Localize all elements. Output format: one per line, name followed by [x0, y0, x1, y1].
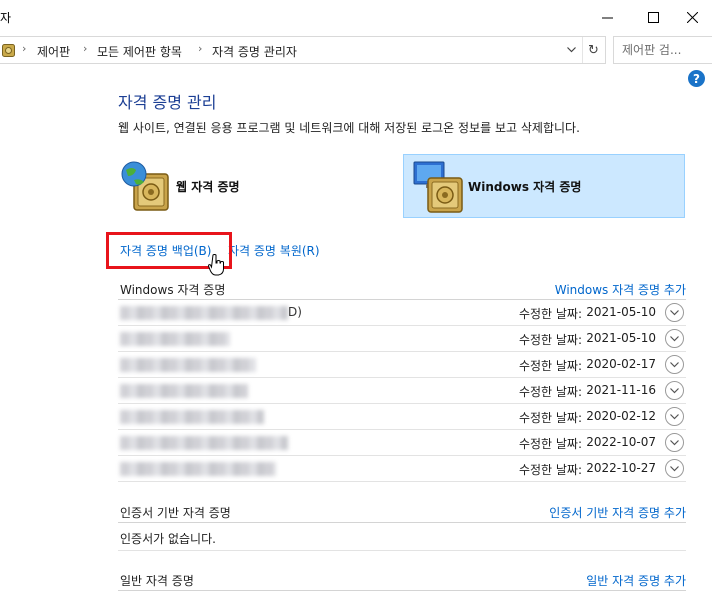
modified-date-label: 수정한 날짜: [518, 333, 582, 347]
expand-button[interactable] [665, 355, 684, 374]
close-icon [686, 11, 698, 23]
web-credentials-label: 웹 자격 증명 [176, 179, 240, 194]
credential-row[interactable]: 수정한 날짜: 2022-10-27 [118, 456, 686, 482]
modified-date: 2020-02-17 [586, 357, 656, 371]
credential-row[interactable]: 수정한 날짜: 2021-11-16 [118, 378, 686, 404]
section-divider [118, 590, 686, 591]
windows-credentials-tile[interactable]: Windows 자격 증명 [403, 154, 685, 218]
modified-date-label: 수정한 날짜: [518, 411, 582, 425]
web-credentials-tile[interactable]: 웹 자격 증명 [118, 154, 398, 218]
help-icon[interactable]: ? [688, 70, 705, 87]
chevron-down-icon [670, 387, 679, 393]
chevron-down-icon [566, 47, 576, 53]
certificate-credentials-section-title: 인증서 기반 자격 증명 [120, 506, 231, 520]
modified-date: 2021-05-10 [586, 305, 656, 319]
modified-date-label: 수정한 날짜: [518, 437, 582, 451]
credential-row[interactable]: 수정한 날짜: 2022-10-07 [118, 430, 686, 456]
maximize-button[interactable] [630, 0, 676, 34]
search-box[interactable] [613, 36, 712, 64]
close-button[interactable] [672, 0, 712, 34]
chevron-down-icon [670, 309, 679, 315]
window-title: 자 [0, 11, 12, 25]
modified-date-label: 수정한 날짜: [518, 307, 582, 321]
expand-button[interactable] [665, 459, 684, 478]
section-divider [118, 550, 686, 551]
expand-button[interactable] [665, 303, 684, 322]
minimize-button[interactable] [584, 0, 630, 34]
generic-credentials-section-title: 일반 자격 증명 [120, 574, 194, 588]
no-certificates-text: 인증서가 없습니다. [120, 532, 216, 546]
credential-name-blurred [120, 410, 264, 424]
restore-credentials-link[interactable]: 자격 증명 복원(R) [228, 242, 320, 259]
refresh-icon: ↻ [588, 42, 599, 58]
add-generic-credential-link[interactable]: 일반 자격 증명 추가 [586, 572, 686, 589]
expand-button[interactable] [665, 407, 684, 426]
address-dropdown-button[interactable] [560, 37, 582, 63]
modified-date: 2022-10-07 [586, 435, 656, 449]
modified-date: 2022-10-27 [586, 461, 656, 475]
page-title: 자격 증명 관리 [118, 93, 217, 112]
expand-button[interactable] [665, 329, 684, 348]
control-panel-icon [2, 44, 15, 57]
windows-credentials-label: Windows 자격 증명 [468, 179, 582, 194]
credential-name-blurred [120, 358, 256, 372]
credential-name-blurred [120, 462, 276, 476]
credential-row[interactable]: 수정한 날짜: 2021-05-10 [118, 326, 686, 352]
breadcrumb-all-items[interactable]: 모든 제어판 항목 [97, 43, 182, 60]
modified-date-label: 수정한 날짜: [518, 359, 582, 373]
add-certificate-credential-link[interactable]: 인증서 기반 자격 증명 추가 [549, 504, 686, 521]
breadcrumb-control-panel[interactable]: 제어판 [37, 43, 70, 60]
credential-name-blurred [120, 306, 288, 320]
minimize-icon [601, 17, 613, 18]
credential-name-blurred [120, 332, 230, 346]
section-divider [118, 522, 686, 523]
address-bar[interactable]: › 제어판 › 모든 제어판 항목 › 자격 증명 관리자 ↻ [0, 36, 606, 64]
credential-row[interactable]: 수정한 날짜: 2020-02-17 [118, 352, 686, 378]
breadcrumb-separator: › [83, 42, 88, 55]
breadcrumb-separator: › [198, 42, 203, 55]
windows-credentials-section-title: Windows 자격 증명 [120, 283, 226, 297]
chevron-down-icon [670, 361, 679, 367]
chevron-down-icon [670, 439, 679, 445]
modified-date-label: 수정한 날짜: [518, 385, 582, 399]
title-bar: 자 [0, 0, 712, 34]
hand-cursor-icon [208, 254, 224, 276]
expand-button[interactable] [665, 433, 684, 452]
modified-date: 2021-05-10 [586, 331, 656, 345]
chevron-down-icon [670, 413, 679, 419]
refresh-button[interactable]: ↻ [582, 37, 604, 63]
expand-button[interactable] [665, 381, 684, 400]
chevron-down-icon [670, 335, 679, 341]
page-description: 웹 사이트, 연결된 응용 프로그램 및 네트워크에 대해 저장된 로그온 정보… [118, 121, 580, 135]
breadcrumb-credential-manager[interactable]: 자격 증명 관리자 [212, 43, 297, 60]
credential-name-blurred [120, 384, 248, 398]
add-windows-credential-link[interactable]: Windows 자격 증명 추가 [555, 281, 686, 298]
modified-date: 2020-02-12 [586, 409, 656, 423]
modified-date: 2021-11-16 [586, 383, 656, 397]
credential-name-blurred [120, 436, 288, 450]
chevron-down-icon [670, 465, 679, 471]
breadcrumb-separator: › [22, 42, 27, 55]
web-vault-icon [121, 161, 169, 211]
search-input[interactable] [622, 38, 712, 62]
credential-row[interactable]: 수정한 날짜: 2020-02-12 [118, 404, 686, 430]
credential-row[interactable]: D) 수정한 날짜: 2021-05-10 [118, 300, 686, 326]
credential-name-suffix: D) [288, 305, 302, 319]
modified-date-label: 수정한 날짜: [518, 463, 582, 477]
windows-vault-icon [413, 161, 463, 213]
maximize-icon [647, 11, 659, 23]
